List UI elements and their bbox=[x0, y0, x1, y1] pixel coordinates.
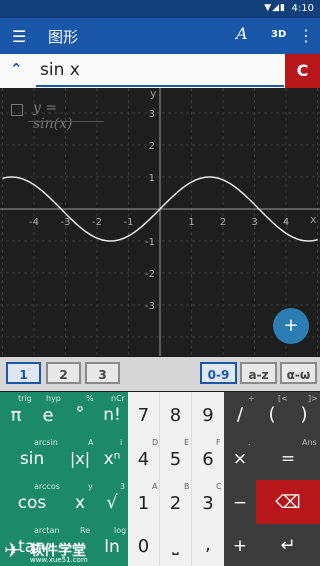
e-key[interactable]: hyp e bbox=[32, 392, 64, 436]
tab-numbers[interactable]: 0-9 bbox=[200, 362, 237, 384]
x-tick-label: -2 bbox=[92, 217, 102, 228]
divide-key[interactable]: ÷ / bbox=[224, 392, 256, 436]
expression-input-row: ⌃ sin x bbox=[0, 54, 320, 88]
digit-7-key[interactable]: 7 bbox=[128, 392, 160, 436]
axis-settings-icon[interactable]: A bbox=[236, 24, 248, 43]
space-key[interactable]: ⎵ bbox=[160, 524, 192, 566]
watermark: ✈ 软件学堂 www.xue51.com bbox=[2, 534, 112, 564]
status-bar: ▼◢▮ 4:10 bbox=[0, 0, 320, 18]
y-tick-label: 2 bbox=[149, 141, 155, 152]
sin-key[interactable]: arcsin sin bbox=[0, 436, 64, 480]
backspace-icon: ⌫ bbox=[275, 492, 301, 513]
digit-8-key[interactable]: 8 bbox=[160, 392, 192, 436]
x-tick-label: -1 bbox=[124, 217, 134, 228]
y-tick-label: -3 bbox=[145, 301, 155, 312]
digit-3-key[interactable]: C 3 bbox=[192, 480, 224, 524]
clear-button[interactable]: C bbox=[285, 54, 320, 88]
x-tick-label: 1 bbox=[188, 217, 194, 228]
enter-key[interactable]: ↵ bbox=[256, 524, 320, 566]
y-tick-label: -1 bbox=[145, 237, 155, 248]
legend-checkbox[interactable] bbox=[11, 104, 23, 116]
digit-4-key[interactable]: D 4 bbox=[128, 436, 160, 480]
status-icons: ▼◢▮ bbox=[264, 3, 286, 13]
degree-key[interactable]: % ° bbox=[64, 392, 96, 436]
right-paren-key[interactable]: ]> ) bbox=[288, 392, 320, 436]
digit-1-key[interactable]: A 1 bbox=[128, 480, 160, 524]
tab-letters[interactable]: a-z bbox=[240, 362, 277, 384]
power-key[interactable]: i xⁿ bbox=[96, 436, 128, 480]
x-tick-label: 4 bbox=[283, 217, 289, 228]
x-axis-label: x bbox=[310, 213, 317, 226]
sqrt-key[interactable]: 3 √ bbox=[96, 480, 128, 524]
x-variable-key[interactable]: y x bbox=[64, 480, 96, 524]
factorial-key[interactable]: nCr n! bbox=[96, 392, 128, 436]
backspace-key[interactable]: ⌫ bbox=[256, 480, 320, 524]
cos-key[interactable]: arccos cos bbox=[0, 480, 64, 524]
input-underline bbox=[36, 85, 284, 87]
page-title: 图形 bbox=[48, 28, 79, 46]
hamburger-icon[interactable]: ☰ bbox=[12, 27, 26, 46]
digit-0-key[interactable]: 0 bbox=[128, 524, 160, 566]
add-function-button[interactable]: + bbox=[273, 308, 309, 344]
more-options-icon[interactable]: ⋮ bbox=[298, 26, 314, 45]
enter-icon: ↵ bbox=[280, 535, 296, 556]
tab-greek[interactable]: α-ω bbox=[280, 362, 317, 384]
abs-key[interactable]: A |x| bbox=[64, 436, 96, 480]
pi-key[interactable]: trig π bbox=[0, 392, 32, 436]
left-paren-key[interactable]: [< ( bbox=[256, 392, 288, 436]
keypad-page-2-tab[interactable]: 2 bbox=[46, 362, 81, 384]
chevron-up-icon[interactable]: ⌃ bbox=[10, 60, 23, 78]
equals-key[interactable]: Ans = bbox=[256, 436, 320, 480]
watermark-url: www.xue51.com bbox=[30, 556, 88, 564]
watermark-logo-icon: ✈ bbox=[4, 538, 21, 562]
x-tick-label: 2 bbox=[220, 217, 226, 228]
comma-key[interactable]: , bbox=[192, 524, 224, 566]
plus-key[interactable]: + bbox=[224, 524, 256, 566]
digit-6-key[interactable]: F 6 bbox=[192, 436, 224, 480]
digit-9-key[interactable]: 9 bbox=[192, 392, 224, 436]
multiply-key[interactable]: . × bbox=[224, 436, 256, 480]
y-tick-label: -2 bbox=[145, 269, 155, 280]
digit-5-key[interactable]: E 5 bbox=[160, 436, 192, 480]
x-tick-label: 3 bbox=[251, 217, 257, 228]
legend-underline bbox=[28, 121, 104, 122]
keypad-page-3-tab[interactable]: 3 bbox=[85, 362, 120, 384]
expression-input[interactable]: sin x bbox=[40, 60, 80, 80]
graph-legend[interactable]: y = sin(x) bbox=[6, 96, 104, 132]
minus-key[interactable]: − bbox=[224, 480, 256, 524]
y-tick-label: 1 bbox=[149, 173, 155, 184]
status-time: 4:10 bbox=[291, 3, 314, 14]
3d-button[interactable]: 3D bbox=[271, 29, 286, 40]
legend-label: y = sin(x) bbox=[33, 100, 73, 132]
y-tick-label: 3 bbox=[149, 109, 155, 120]
x-tick-label: -4 bbox=[29, 217, 39, 228]
digit-2-key[interactable]: B 2 bbox=[160, 480, 192, 524]
y-axis-label: y bbox=[150, 88, 157, 100]
app-bar: ☰ 图形 A 3D ⋮ bbox=[0, 18, 320, 54]
x-tick-label: -3 bbox=[61, 217, 71, 228]
keypad-tab-row: 1 2 3 0-9 a-z α-ω bbox=[0, 357, 320, 391]
keypad-page-1-tab[interactable]: 1 bbox=[6, 362, 41, 384]
